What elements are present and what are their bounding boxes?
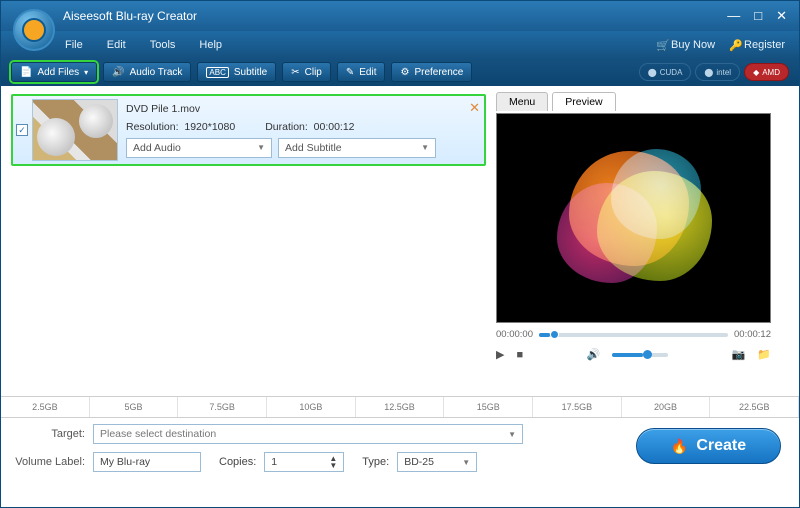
flame-icon: 🔥 [671,438,688,455]
menu-tools[interactable]: Tools [150,39,176,51]
app-title: Aiseesoft Blu-ray Creator [63,9,197,23]
buy-now-link[interactable]: 🛒Buy Now [656,39,715,51]
speaker-icon: 🔊 [112,67,124,78]
preview-video [496,113,771,323]
add-subtitle-select[interactable]: Add Subtitle▼ [278,138,436,158]
pencil-icon: ✎ [346,67,354,78]
type-label: Type: [362,456,389,468]
add-files-button[interactable]: 📄Add Files▾ [11,62,97,82]
add-audio-select[interactable]: Add Audio▼ [126,138,272,158]
scissors-icon: ✂ [291,67,299,78]
remove-file-icon[interactable]: ✕ [469,100,480,116]
resolution-value: 1920*1080 [184,121,235,133]
duration-value: 00:00:12 [314,121,355,133]
edit-button[interactable]: ✎Edit [337,62,386,82]
close-icon[interactable]: ✕ [776,8,787,24]
chevron-down-icon: ▼ [508,430,516,439]
copies-label: Copies: [219,456,256,468]
target-select[interactable]: Please select destination▼ [93,424,523,444]
menu-file[interactable]: File [65,39,83,51]
cuda-chip: ⬤ CUDA [639,63,692,81]
chevron-down-icon: ▼ [257,143,265,152]
cart-icon: 🛒 [656,39,667,50]
gear-icon: ⚙ [400,67,409,78]
time-start: 00:00:00 [496,329,533,340]
amd-chip: ◆ AMD [744,63,789,81]
file-row[interactable]: ✓ DVD Pile 1.mov Resolution: 1920*1080 D… [11,94,486,166]
minimize-icon[interactable]: — [727,8,740,24]
volume-icon[interactable]: 🔊 [587,348,601,361]
file-name: DVD Pile 1.mov [126,103,478,115]
time-slider[interactable] [539,333,728,337]
file-list-pane: ✓ DVD Pile 1.mov Resolution: 1920*1080 D… [1,86,496,396]
titlebar: Aiseesoft Blu-ray Creator — □ ✕ [1,1,799,31]
chevron-down-icon: ▼ [421,143,429,152]
create-button[interactable]: 🔥Create [636,428,781,464]
file-checkbox[interactable]: ✓ [16,124,28,136]
stop-button[interactable]: ■ [516,349,523,361]
file-plus-icon: 📄 [20,67,32,78]
snapshot-icon[interactable]: 📷 [732,348,746,361]
size-ruler: 2.5GB5GB7.5GB10GB12.5GB15GB17.5GB20GB22.… [1,396,799,418]
menu-edit[interactable]: Edit [107,39,126,51]
volume-label-input[interactable]: My Blu-ray [93,452,201,472]
menubar: File Edit Tools Help 🛒Buy Now 🔑Register [1,31,799,58]
time-end: 00:00:12 [734,329,771,340]
tab-menu[interactable]: Menu [496,92,548,111]
preference-button[interactable]: ⚙Preference [391,62,472,82]
clip-button[interactable]: ✂Clip [282,62,331,82]
preview-pane: Menu Preview 00:00:00 00:00:12 ▶ ■ 🔊 📷 📁 [496,86,790,396]
bottom-panel: Target: Please select destination▼ Volum… [1,418,799,478]
key-icon: 🔑 [729,39,740,50]
target-label: Target: [15,428,85,440]
tab-preview[interactable]: Preview [552,92,615,111]
app-logo [13,9,55,51]
register-link[interactable]: 🔑Register [729,39,785,51]
app-window: Aiseesoft Blu-ray Creator — □ ✕ File Edi… [0,0,800,508]
volume-label-label: Volume Label: [15,456,85,468]
chevron-down-icon: ▼ [462,458,470,467]
intel-chip: ⬤ intel [695,63,740,81]
file-thumbnail [32,99,118,161]
menu-help[interactable]: Help [199,39,222,51]
volume-slider[interactable] [612,353,668,357]
folder-icon[interactable]: 📁 [757,348,771,361]
toolbar: 📄Add Files▾ 🔊Audio Track ABCSubtitle ✂Cl… [1,58,799,86]
subtitle-button[interactable]: ABCSubtitle [197,62,276,82]
type-select[interactable]: BD-25▼ [397,452,477,472]
maximize-icon[interactable]: □ [754,8,762,24]
audio-track-button[interactable]: 🔊Audio Track [103,62,191,82]
abc-icon: ABC [206,67,228,78]
play-button[interactable]: ▶ [496,348,504,361]
copies-stepper[interactable]: 1▲▼ [264,452,344,472]
